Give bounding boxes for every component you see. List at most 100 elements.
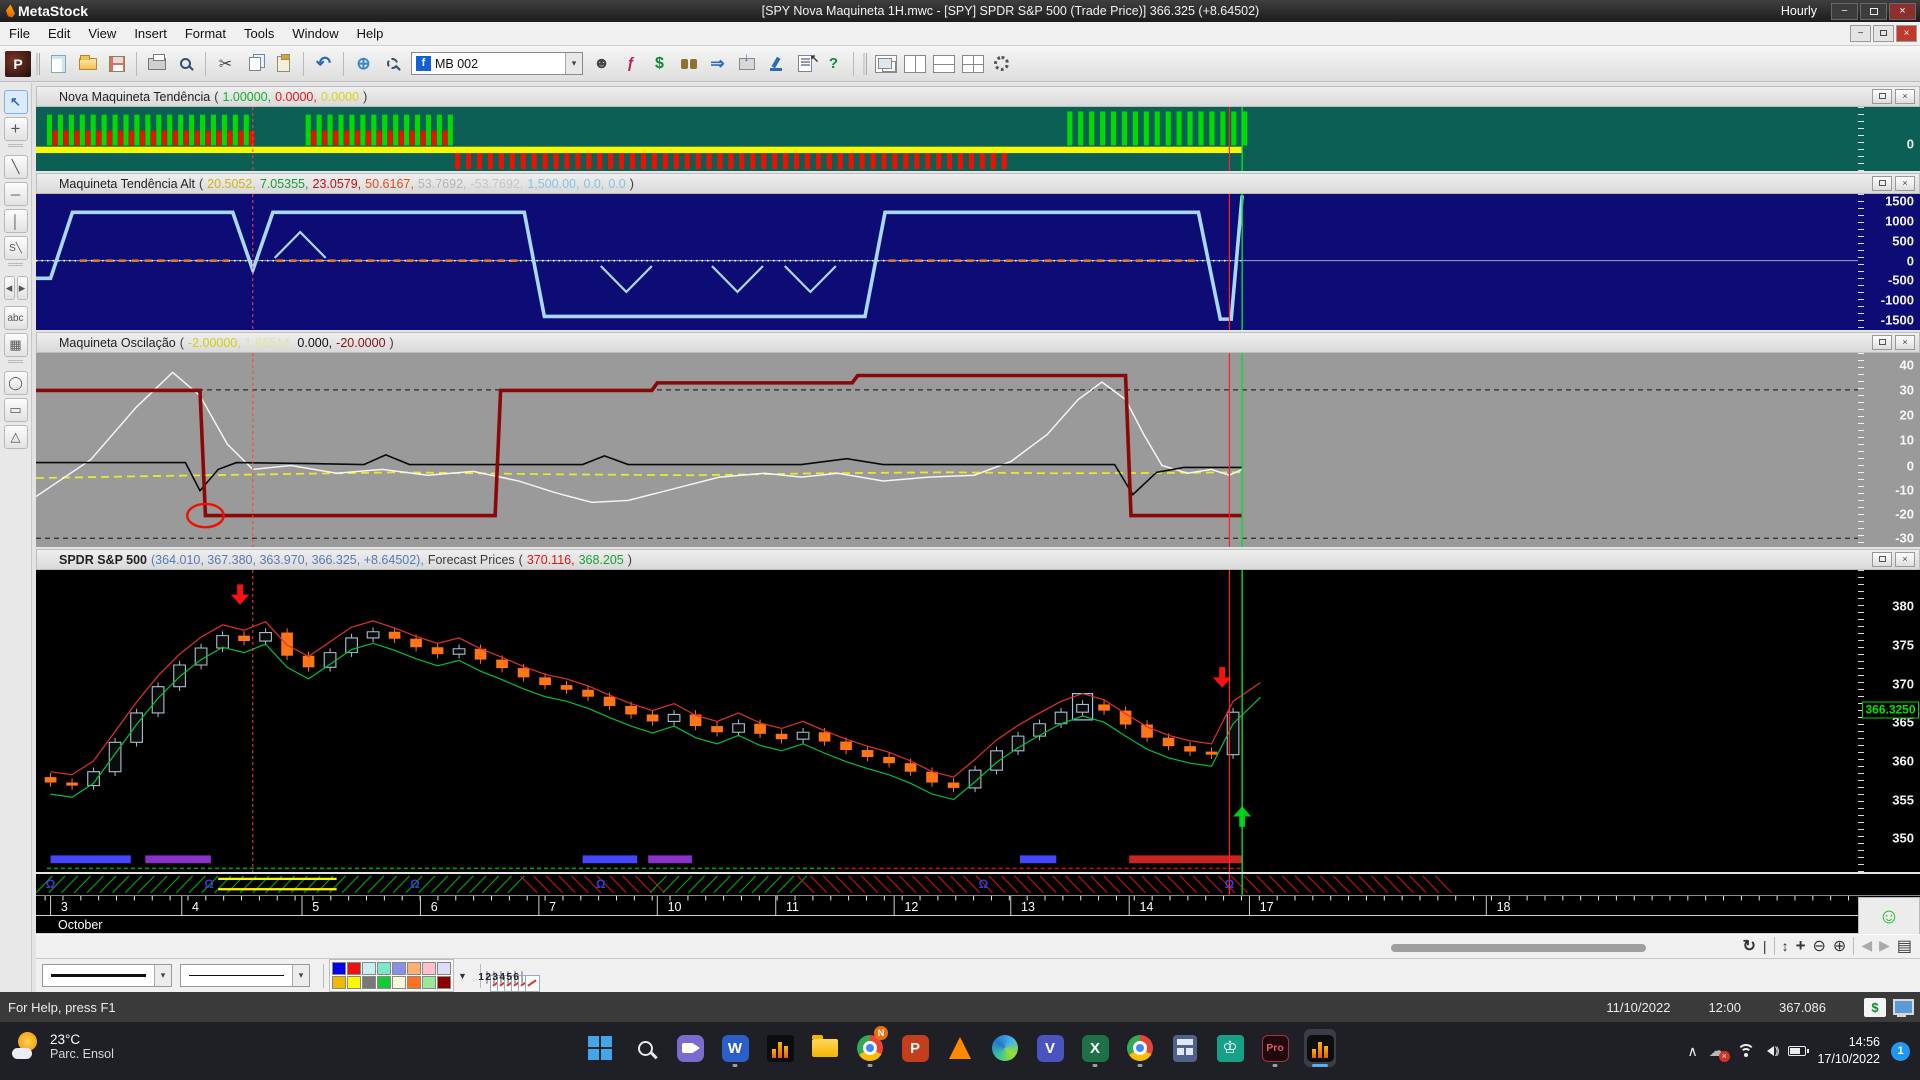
copy-icon[interactable] (241, 51, 268, 77)
visio-icon[interactable]: V (1034, 1029, 1066, 1067)
tray-chevron-icon[interactable]: ∧ (1688, 1043, 1698, 1060)
refresh-icon[interactable]: ↻ (1743, 936, 1756, 956)
panel-plot[interactable] (36, 570, 1858, 872)
indicator-builder-icon[interactable]: ƒ (617, 51, 644, 77)
panel-close-button[interactable]: × (1895, 552, 1915, 567)
palette-color[interactable] (332, 976, 346, 989)
panel-plot[interactable] (36, 107, 1858, 171)
palette-dropdown-icon[interactable]: ▼ (458, 971, 467, 981)
minimize-button[interactable]: − (1831, 2, 1858, 20)
menu-item-view[interactable]: View (79, 23, 125, 44)
palette-color[interactable] (332, 962, 346, 975)
move-chart-icon[interactable]: + (1796, 936, 1806, 956)
context-help-icon[interactable]: ? (810, 51, 847, 77)
edge-icon[interactable] (989, 1029, 1021, 1067)
scroll-back-icon[interactable]: ◀ (1861, 937, 1872, 954)
panel-close-button[interactable]: × (1895, 335, 1915, 350)
palette-color[interactable] (347, 976, 361, 989)
notification-badge[interactable]: 1 (1891, 1041, 1910, 1061)
expert-advisor-icon[interactable]: ☻ (588, 51, 615, 77)
cascade-windows-icon[interactable] (872, 51, 899, 77)
panel-header[interactable]: Maquineta Tendência Alt(20.5052, 7.05355,… (36, 173, 1920, 194)
palette-color[interactable] (347, 962, 361, 975)
zoom-in-icon[interactable]: ⊕ (1833, 936, 1846, 956)
price-scale[interactable]: 380 375 370 365 360 355 350 366.3250 (1858, 570, 1920, 872)
adobe-pro-icon[interactable]: Pro (1259, 1029, 1291, 1067)
chrome-icon[interactable] (1124, 1029, 1156, 1067)
panel-header[interactable]: Nova Maquineta Tendência(1.00000, 0.0000,… (36, 86, 1920, 107)
child-restore-button[interactable] (1873, 25, 1894, 42)
rectangle-tool-icon[interactable]: ▭ (3, 398, 28, 422)
palette-color[interactable] (407, 976, 421, 989)
scroll-left-icon[interactable]: ◂ (3, 276, 15, 300)
triangle-tool-icon[interactable]: △ (3, 425, 28, 449)
open-icon[interactable] (74, 51, 101, 77)
save-icon[interactable] (103, 51, 130, 77)
horizontal-line-tool-icon[interactable]: ─ (3, 182, 28, 206)
palette-color[interactable] (377, 962, 391, 975)
panel-restore-button[interactable] (1872, 176, 1892, 191)
word-icon[interactable]: W (719, 1029, 751, 1067)
palette-color[interactable] (392, 976, 406, 989)
pointer-tool-icon[interactable]: ↖ (3, 90, 28, 114)
crosshair-tool-icon[interactable]: + (3, 117, 28, 141)
new-chart-icon[interactable] (45, 51, 72, 77)
file-explorer-icon[interactable] (809, 1029, 841, 1067)
chrome-profile-icon[interactable]: N (854, 1026, 888, 1067)
child-close-button[interactable]: × (1896, 25, 1917, 42)
downloader-icon[interactable] (733, 50, 760, 77)
scroll-forward-icon[interactable]: ▶ (1879, 937, 1890, 954)
options-gear-icon[interactable] (988, 51, 1015, 77)
bar-tool-icon[interactable]: | (1763, 938, 1767, 954)
forecaster-icon[interactable]: ⇒ (704, 51, 731, 77)
palette-color[interactable] (422, 976, 436, 989)
explorer-binoculars-icon[interactable] (675, 51, 702, 77)
chess-app-icon[interactable]: ♔ (1214, 1029, 1246, 1067)
tile-vertical-icon[interactable] (901, 51, 928, 77)
palette-color[interactable] (362, 976, 376, 989)
text-tool-icon[interactable]: abc (3, 306, 28, 330)
vertical-line-tool-icon[interactable]: │ (3, 209, 28, 233)
calculator-icon[interactable] (1169, 1029, 1201, 1067)
securities-icon[interactable]: $ (646, 51, 673, 77)
taskbar-clock[interactable]: 14:56 17/10/2022 (1817, 1034, 1880, 1068)
cut-icon[interactable]: ✂ (212, 51, 239, 77)
palette-color[interactable] (437, 962, 451, 975)
crosshair-icon[interactable]: ⊕ (350, 51, 377, 77)
powerpoint-icon[interactable]: P (899, 1029, 931, 1067)
dropdown-chevron-icon[interactable]: ▾ (292, 965, 309, 986)
price-scale[interactable]: 1500 1000 500 0 -500 -1000 -1500 (1858, 194, 1920, 330)
paste-icon[interactable] (270, 51, 297, 77)
restore-button[interactable] (1860, 2, 1887, 20)
palette-color[interactable] (362, 962, 376, 975)
close-button[interactable]: × (1889, 2, 1916, 20)
menu-item-format[interactable]: Format (176, 23, 235, 44)
tile-horizontal-icon[interactable] (930, 51, 957, 77)
panel-restore-button[interactable] (1872, 335, 1892, 350)
palette-color[interactable] (407, 962, 421, 975)
menu-item-window[interactable]: Window (283, 23, 347, 44)
volume-icon[interactable]: )) (1766, 1046, 1779, 1057)
layout-combobox[interactable]: f MB 002 ▾ (411, 52, 583, 75)
panel-header[interactable]: SPDR S&P 500 (364.010, 367.380, 363.970, … (36, 549, 1920, 570)
vertical-fit-icon[interactable]: ↕ (1782, 938, 1789, 954)
palette-color[interactable] (422, 962, 436, 975)
palette-color[interactable] (392, 962, 406, 975)
menu-item-insert[interactable]: Insert (125, 23, 176, 44)
menu-item-tools[interactable]: Tools (235, 23, 283, 44)
grid-tool-icon[interactable]: ▦ (3, 333, 28, 357)
power-console-icon[interactable]: P (5, 50, 31, 77)
print-preview-icon[interactable] (172, 51, 199, 77)
line-style-dropdown[interactable]: ▾ (42, 964, 172, 987)
tile-quad-icon[interactable] (959, 51, 986, 77)
onedrive-error-icon[interactable]: ☁ (1709, 1041, 1730, 1062)
panel-close-button[interactable]: × (1895, 176, 1915, 191)
menu-item-edit[interactable]: Edit (39, 23, 79, 44)
metastock-taskbar-icon[interactable] (1304, 1029, 1336, 1067)
system-tester-icon[interactable] (762, 51, 789, 77)
combobox-dropdown-icon[interactable]: ▾ (565, 53, 582, 74)
panel-plot[interactable] (36, 194, 1858, 330)
horizontal-scrollbar[interactable] (1391, 943, 1646, 952)
start-button[interactable] (584, 1029, 616, 1067)
panel-header[interactable]: Maquineta Oscilação(-2.00000, 1.86514, 0.0… (36, 332, 1920, 353)
